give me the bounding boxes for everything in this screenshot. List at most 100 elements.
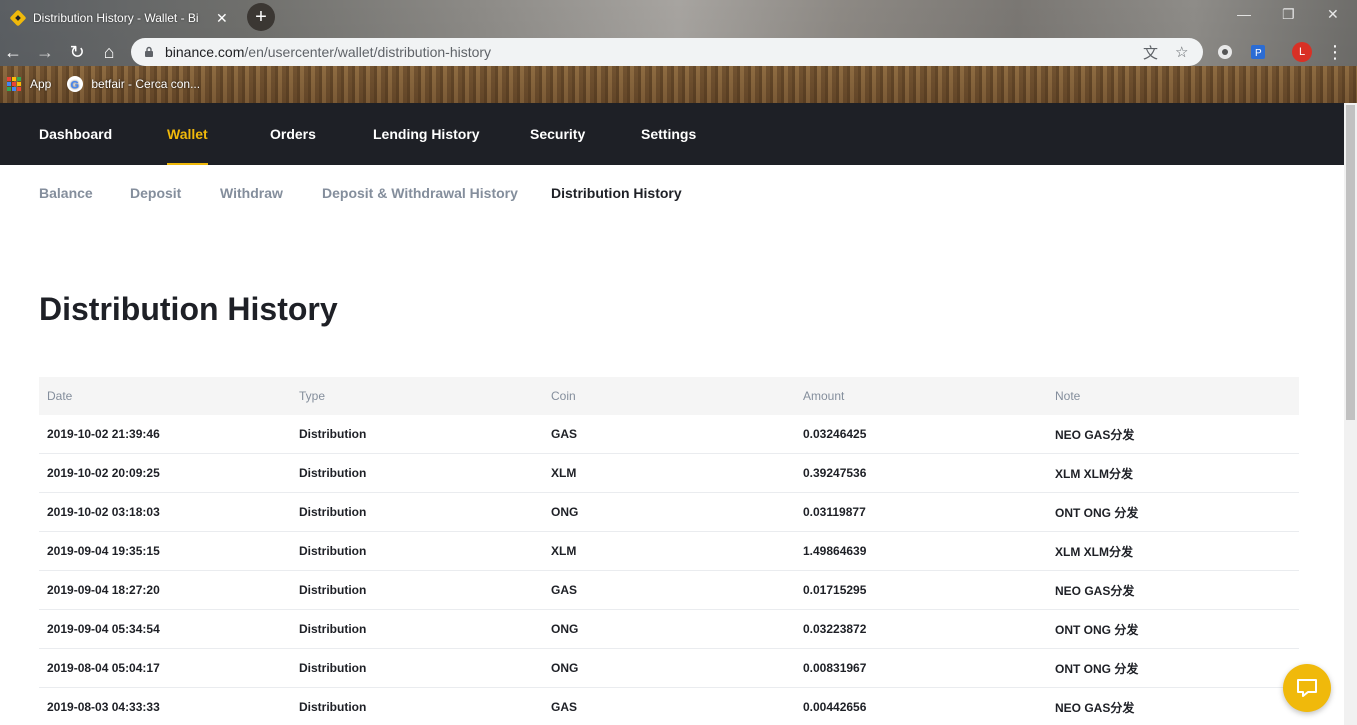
page-title: Distribution History: [39, 291, 338, 327]
translate-icon[interactable]: 文: [1143, 38, 1158, 66]
cell-amount: 0.39247536: [803, 466, 867, 480]
cell-amount: 0.03223872: [803, 622, 867, 636]
reload-icon[interactable]: ↻: [65, 40, 89, 64]
url-host: binance.com: [165, 44, 245, 60]
subnav-deposit[interactable]: Deposit: [130, 165, 181, 221]
wallet-subnav: Balance Deposit Withdraw Deposit & Withd…: [0, 165, 1357, 221]
cell-date: 2019-08-04 05:04:17: [47, 661, 160, 675]
profile-avatar[interactable]: L: [1290, 40, 1314, 64]
cell-note: ONT ONG 分发: [1055, 505, 1139, 520]
cell-coin: XLM: [551, 466, 577, 480]
subnav-balance[interactable]: Balance: [39, 165, 93, 221]
table-row: 2019-08-03 04:33:33 Distribution GAS 0.0…: [39, 688, 1299, 725]
table-header: Date Type Coin Amount Note: [39, 377, 1299, 415]
google-icon: G: [67, 76, 84, 92]
cell-coin: GAS: [551, 583, 578, 597]
url-path: /en/usercenter/wallet/distribution-histo…: [244, 44, 492, 60]
subnav-deposit-withdrawal-history[interactable]: Deposit & Withdrawal History: [322, 165, 518, 221]
cell-coin: ONG: [551, 505, 579, 519]
home-icon[interactable]: ⌂: [97, 40, 121, 64]
bookmark-apps[interactable]: App: [6, 76, 51, 92]
cell-date: 2019-10-02 03:18:03: [47, 505, 160, 519]
bookmark-betfair-label: betfair - Cerca con...: [91, 77, 201, 91]
bookmarks-bar: App G betfair - Cerca con...: [0, 72, 1357, 96]
table-row: 2019-10-02 03:18:03 Distribution ONG 0.0…: [39, 493, 1299, 532]
table-row: 2019-09-04 19:35:15 Distribution XLM 1.4…: [39, 532, 1299, 571]
cell-type: Distribution: [299, 427, 367, 441]
cell-note: NEO GAS分发: [1055, 583, 1135, 598]
cell-coin: XLM: [551, 544, 577, 558]
nav-dashboard[interactable]: Dashboard: [39, 103, 112, 165]
table-row: 2019-09-04 05:34:54 Distribution ONG 0.0…: [39, 610, 1299, 649]
bookmark-apps-label: App: [30, 77, 52, 91]
browser-toolbar: ← → ↻ ⌂ binance.com/en/usercenter/wallet…: [0, 36, 1357, 68]
nav-orders[interactable]: Orders: [270, 103, 316, 165]
table-row: 2019-10-02 20:09:25 Distribution XLM 0.3…: [39, 454, 1299, 493]
table-row: 2019-10-02 21:39:46 Distribution GAS 0.0…: [39, 415, 1299, 454]
svg-text:P: P: [1255, 48, 1262, 59]
cell-amount: 0.00442656: [803, 700, 867, 714]
header-amount: Amount: [803, 389, 845, 403]
svg-text:G: G: [71, 80, 80, 92]
distribution-table: Date Type Coin Amount Note 2019-10-02 21…: [39, 377, 1299, 725]
cell-note: ONT ONG 分发: [1055, 661, 1139, 676]
browser-chrome: Distribution History - Wallet - Bi ✕ + —…: [0, 0, 1357, 103]
scrollbar-thumb[interactable]: [1346, 105, 1355, 420]
apps-grid-icon: [7, 77, 21, 91]
header-note: Note: [1055, 389, 1081, 403]
cell-type: Distribution: [299, 622, 367, 636]
forward-icon[interactable]: →: [33, 40, 57, 64]
extension-p-icon[interactable]: P: [1246, 40, 1270, 64]
extension-icon[interactable]: [1213, 40, 1237, 64]
restore-icon[interactable]: ❐: [1282, 6, 1295, 23]
header-type: Type: [299, 389, 326, 403]
binance-favicon-icon: [10, 10, 26, 26]
main-nav: Dashboard Wallet Orders Lending History …: [0, 103, 1357, 165]
cell-note: XLM XLM分发: [1055, 544, 1133, 559]
nav-wallet[interactable]: Wallet: [167, 103, 208, 165]
new-tab-button[interactable]: +: [247, 3, 275, 31]
cell-note: NEO GAS分发: [1055, 427, 1135, 442]
cell-note: XLM XLM分发: [1055, 466, 1133, 481]
browser-menu-icon[interactable]: ⋮: [1323, 40, 1347, 64]
bookmark-betfair[interactable]: G betfair - Cerca con...: [67, 76, 200, 92]
cell-date: 2019-09-04 18:27:20: [47, 583, 160, 597]
minimize-icon[interactable]: —: [1237, 6, 1251, 22]
nav-security[interactable]: Security: [530, 103, 585, 165]
header-coin: Coin: [551, 389, 576, 403]
chat-support-button[interactable]: [1283, 664, 1331, 712]
cell-type: Distribution: [299, 544, 367, 558]
subnav-distribution-history[interactable]: Distribution History: [551, 165, 682, 221]
cell-amount: 0.01715295: [803, 583, 867, 597]
cell-coin: GAS: [551, 427, 578, 441]
lock-icon: [145, 46, 153, 57]
subnav-withdraw[interactable]: Withdraw: [220, 165, 283, 221]
cell-coin: ONG: [551, 622, 579, 636]
window-close-icon[interactable]: ✕: [1327, 6, 1339, 23]
address-bar[interactable]: binance.com/en/usercenter/wallet/distrib…: [131, 38, 1203, 66]
bookmark-star-icon[interactable]: ☆: [1175, 38, 1188, 66]
cell-amount: 0.03119877: [803, 505, 866, 519]
cell-date: 2019-09-04 05:34:54: [47, 622, 160, 636]
cell-type: Distribution: [299, 466, 367, 480]
cell-note: NEO GAS分发: [1055, 700, 1135, 715]
back-icon[interactable]: ←: [1, 40, 25, 64]
cell-type: Distribution: [299, 505, 367, 519]
cell-coin: GAS: [551, 700, 578, 714]
cell-date: 2019-08-03 04:33:33: [47, 700, 160, 714]
table-row: 2019-08-04 05:04:17 Distribution ONG 0.0…: [39, 649, 1299, 688]
tab-close-icon[interactable]: ✕: [216, 10, 228, 27]
cell-amount: 0.00831967: [803, 661, 867, 675]
browser-tab[interactable]: Distribution History - Wallet - Bi ✕: [0, 4, 240, 32]
table-row: 2019-09-04 18:27:20 Distribution GAS 0.0…: [39, 571, 1299, 610]
tab-title: Distribution History - Wallet - Bi: [33, 11, 199, 25]
main-content: Distribution History Date Type Coin Amou…: [0, 221, 1344, 725]
cell-type: Distribution: [299, 700, 367, 714]
nav-settings[interactable]: Settings: [641, 103, 696, 165]
cell-note: ONT ONG 分发: [1055, 622, 1139, 637]
url-text: binance.com/en/usercenter/wallet/distrib…: [165, 44, 491, 60]
nav-lending-history[interactable]: Lending History: [373, 103, 480, 165]
cell-date: 2019-10-02 20:09:25: [47, 466, 160, 480]
page-scrollbar[interactable]: [1344, 103, 1357, 725]
cell-coin: ONG: [551, 661, 579, 675]
